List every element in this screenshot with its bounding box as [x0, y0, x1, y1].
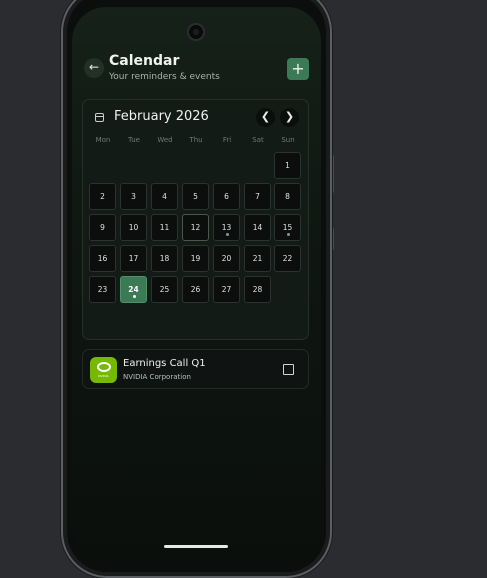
- day-number: 4: [162, 192, 167, 201]
- day-number: 7: [255, 192, 260, 201]
- day-number: 23: [97, 285, 108, 294]
- day-cell[interactable]: 18: [151, 245, 178, 272]
- day-number: 24: [128, 285, 139, 294]
- event-checkbox[interactable]: [283, 364, 294, 375]
- day-number: 9: [100, 223, 105, 232]
- calendar-card: February 2026 ❮ ❯ Mon Tue Wed Thu Fri Sat Sun …: [82, 99, 309, 340]
- event-subtitle: NVIDIA Corporation: [123, 373, 191, 381]
- day-number: 13: [221, 223, 232, 232]
- event-dot: [226, 233, 229, 236]
- day-number: 14: [252, 223, 263, 232]
- day-number: 22: [282, 254, 293, 263]
- add-event-button[interactable]: +: [287, 58, 309, 80]
- chevron-left-icon: ❮: [260, 110, 271, 123]
- weekday-label: Sat: [252, 136, 264, 144]
- camera-cutout: [187, 23, 205, 41]
- weekday-label: Mon: [95, 136, 111, 144]
- calendar-icon: [95, 113, 104, 122]
- day-number: 8: [285, 192, 290, 201]
- event-title: Earnings Call Q1: [123, 358, 206, 369]
- day-number: 28: [252, 285, 263, 294]
- day-cell[interactable]: 7: [244, 183, 271, 210]
- day-number: 26: [190, 285, 201, 294]
- day-number: 20: [221, 254, 232, 263]
- plus-icon: +: [291, 59, 305, 78]
- home-indicator[interactable]: [164, 545, 228, 548]
- chevron-right-icon: ❯: [284, 110, 295, 123]
- day-cell-today[interactable]: 24: [120, 276, 147, 303]
- day-number: 3: [131, 192, 136, 201]
- day-cell[interactable]: 8: [274, 183, 301, 210]
- day-cell[interactable]: 26: [182, 276, 209, 303]
- day-cell[interactable]: 3: [120, 183, 147, 210]
- weekday-label: Sun: [281, 136, 295, 144]
- day-number: 19: [190, 254, 201, 263]
- day-cell[interactable]: 19: [182, 245, 209, 272]
- day-cell[interactable]: 20: [213, 245, 240, 272]
- day-cell[interactable]: 15: [274, 214, 301, 241]
- page-title: Calendar: [109, 53, 180, 69]
- day-number: 5: [193, 192, 198, 201]
- day-cell[interactable]: 11: [151, 214, 178, 241]
- nvidia-logo: NVIDIA: [90, 357, 117, 383]
- day-cell[interactable]: 23: [89, 276, 116, 303]
- day-number: 21: [252, 254, 263, 263]
- weekday-label: Thu: [189, 136, 203, 144]
- day-number: 10: [128, 223, 139, 232]
- next-month-button[interactable]: ❯: [280, 108, 299, 127]
- prev-month-button[interactable]: ❮: [256, 108, 275, 127]
- day-cell[interactable]: 22: [274, 245, 301, 272]
- day-cell[interactable]: 17: [120, 245, 147, 272]
- day-number: 17: [128, 254, 139, 263]
- day-cell[interactable]: 21: [244, 245, 271, 272]
- day-cell[interactable]: 2: [89, 183, 116, 210]
- day-number: 11: [159, 223, 170, 232]
- arrow-left-icon: ←: [88, 60, 100, 74]
- day-cell[interactable]: 27: [213, 276, 240, 303]
- day-number: 16: [97, 254, 108, 263]
- day-number: 27: [221, 285, 232, 294]
- weekday-label: Fri: [222, 136, 232, 144]
- day-number: 12: [190, 223, 201, 232]
- day-number: 18: [159, 254, 170, 263]
- weekday-label: Wed: [157, 136, 173, 144]
- day-cell[interactable]: 12: [182, 214, 209, 241]
- back-button[interactable]: ←: [84, 58, 104, 78]
- day-cell[interactable]: 28: [244, 276, 271, 303]
- day-cell[interactable]: 16: [89, 245, 116, 272]
- day-cell[interactable]: 10: [120, 214, 147, 241]
- weekday-label: Tue: [128, 136, 140, 144]
- day-number: 15: [282, 223, 293, 232]
- event-dot: [287, 233, 290, 236]
- day-cell[interactable]: 13: [213, 214, 240, 241]
- day-number: 25: [159, 285, 170, 294]
- app-screen: ← Calendar Your reminders & events + Feb…: [72, 7, 321, 563]
- day-number: 6: [224, 192, 229, 201]
- day-cell[interactable]: 4: [151, 183, 178, 210]
- day-cell[interactable]: 25: [151, 276, 178, 303]
- month-label: February 2026: [114, 109, 209, 124]
- event-card[interactable]: NVIDIA Earnings Call Q1 NVIDIA Corporati…: [82, 349, 309, 389]
- day-cell[interactable]: 5: [182, 183, 209, 210]
- day-number: 2: [100, 192, 105, 201]
- day-cell[interactable]: 1: [274, 152, 301, 179]
- day-number: 1: [285, 161, 290, 170]
- page-subtitle: Your reminders & events: [109, 72, 220, 82]
- day-cell[interactable]: 9: [89, 214, 116, 241]
- event-dot: [133, 295, 136, 298]
- day-cell[interactable]: 6: [213, 183, 240, 210]
- day-cell[interactable]: 14: [244, 214, 271, 241]
